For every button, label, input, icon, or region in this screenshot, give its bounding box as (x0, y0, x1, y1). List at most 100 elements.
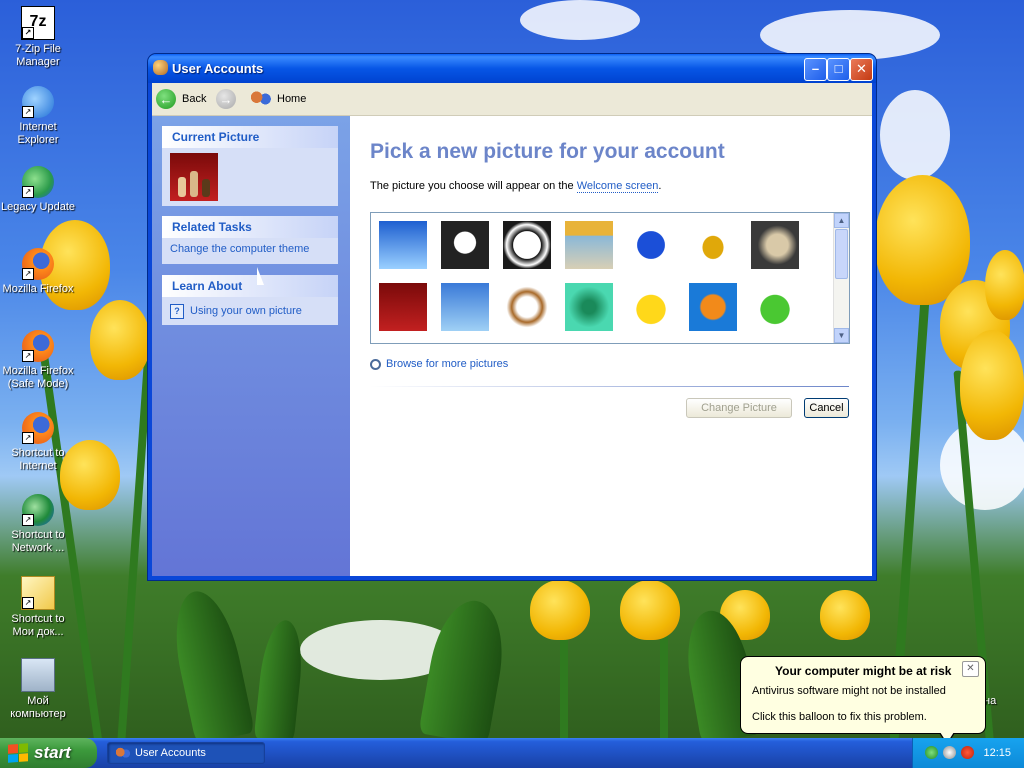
taskbar-button-user-accounts[interactable]: User Accounts (107, 742, 265, 764)
back-arrow-icon: ← (156, 89, 176, 109)
start-button[interactable]: start (0, 738, 97, 768)
desktop-icon-legacy-update[interactable]: ↗ Legacy Update (0, 166, 76, 214)
beach-chairs-picture[interactable] (565, 221, 613, 269)
description-text: The picture you choose will appear on th… (370, 180, 662, 193)
update-tray-icon[interactable] (943, 746, 956, 759)
car-picture[interactable] (689, 221, 737, 269)
rubber-duck-picture[interactable] (627, 283, 675, 331)
taskbar-button-label: User Accounts (135, 747, 206, 759)
desktop-icon-label: Mozilla Firefox (2, 283, 74, 295)
magnifier-icon (370, 358, 381, 370)
change-theme-link[interactable]: Change the computer theme (170, 243, 309, 255)
forward-button[interactable]: → (216, 88, 236, 110)
back-label: Back (182, 93, 207, 105)
tropical-fish-picture[interactable] (689, 283, 737, 331)
dog-picture[interactable] (503, 283, 551, 331)
balloon-title: Your computer might be at risk (775, 664, 952, 678)
desktop-icon-shortcut-documents[interactable]: ↗ Shortcut to Мои док... (0, 576, 76, 639)
current-picture-panel: Current Picture (162, 126, 338, 206)
desktop-icon-my-computer[interactable]: Мой компьютер (0, 658, 76, 721)
minimize-button[interactable]: – (804, 58, 827, 81)
mouse-cursor-icon (257, 267, 264, 285)
related-tasks-header: Related Tasks (162, 216, 338, 238)
network-icon: ↗ (22, 494, 54, 526)
astronaut-picture[interactable] (441, 221, 489, 269)
internet-explorer-icon: ↗ (22, 86, 54, 118)
owl-picture[interactable] (751, 221, 799, 269)
close-button[interactable]: ✕ (850, 58, 873, 81)
security-warning-balloon[interactable]: Your computer might be at risk ✕ Antivir… (740, 656, 986, 745)
window-title: User Accounts (172, 61, 264, 76)
help-icon: ? (170, 303, 184, 319)
desktop-icon-label: Shortcut to Мои док... (11, 613, 65, 638)
balloon-close-button[interactable]: ✕ (962, 661, 979, 677)
network-tray-icon[interactable] (925, 746, 938, 759)
desktop-icon-label: 7-Zip File Manager (15, 43, 61, 68)
current-picture-header: Current Picture (162, 126, 338, 148)
legacy-update-icon: ↗ (22, 166, 54, 198)
cancel-button[interactable]: Cancel (804, 398, 849, 418)
desktop-icon-firefox[interactable]: ↗ Mozilla Firefox (0, 248, 76, 296)
scrollbar-thumb[interactable] (835, 229, 848, 279)
7zip-icon: 7z ↗ (21, 6, 55, 40)
firefox-icon: ↗ (22, 330, 54, 362)
toolbar: ← Back → Home (152, 83, 872, 116)
task-pane: Current Picture Related Tasks Change the… (152, 116, 350, 576)
frog-picture[interactable] (751, 283, 799, 331)
firefox-icon: ↗ (22, 248, 54, 280)
desktop-icon-internet-explorer[interactable]: ↗ Internet Explorer (0, 86, 76, 147)
maximize-button[interactable]: □ (827, 58, 850, 81)
related-tasks-panel: Related Tasks Change the computer theme (162, 216, 338, 264)
my-computer-icon (21, 658, 55, 692)
balloon-line-2: Click this balloon to fix this problem. (752, 711, 927, 723)
learn-about-header: Learn About (162, 275, 338, 297)
scroll-down-arrow-icon[interactable]: ▼ (834, 328, 849, 343)
user-accounts-icon (116, 746, 130, 760)
scroll-up-arrow-icon[interactable]: ▲ (834, 213, 849, 228)
home-label: Home (277, 93, 307, 105)
users-icon (250, 90, 272, 108)
security-shield-tray-icon[interactable] (961, 746, 974, 759)
desktop-icon-firefox-safe[interactable]: ↗ Mozilla Firefox (Safe Mode) (0, 330, 76, 391)
back-button[interactable]: ← Back (156, 88, 206, 110)
welcome-screen-link[interactable]: Welcome screen (576, 180, 659, 193)
user-accounts-icon (153, 60, 168, 75)
using-own-picture-link[interactable]: Using your own picture (190, 305, 302, 317)
taskbar: start User Accounts 12:15 (0, 738, 1024, 768)
my-documents-icon: ↗ (21, 576, 55, 610)
desktop-icon-label: Mozilla Firefox (Safe Mode) (2, 365, 74, 390)
butterfly-picture[interactable] (627, 221, 675, 269)
desktop-icon-label: Shortcut to Internet (11, 447, 65, 472)
chess-picture[interactable] (379, 283, 427, 331)
learn-about-panel: Learn About ? Using your own picture (162, 275, 338, 325)
forward-arrow-icon: → (216, 89, 236, 109)
balloon-line-1: Antivirus software might not be installe… (752, 685, 946, 697)
home-button[interactable]: Home (250, 88, 306, 110)
picture-list[interactable]: ▲ ▼ (370, 212, 850, 344)
desktop-icon-label: Internet Explorer (17, 121, 59, 146)
fish-dark-picture[interactable] (565, 283, 613, 331)
browse-pictures-link[interactable]: Browse for more pictures (370, 358, 508, 370)
dirt-bike-picture[interactable] (441, 283, 489, 331)
system-tray: 12:15 (912, 738, 1024, 768)
picture-list-scrollbar[interactable]: ▲ ▼ (833, 213, 849, 343)
soccer-ball-picture[interactable] (503, 221, 551, 269)
airplane-picture[interactable] (379, 221, 427, 269)
start-label: start (34, 743, 71, 762)
divider (370, 386, 849, 387)
desktop-icon-shortcut-internet[interactable]: ↗ Shortcut to Internet (0, 412, 76, 473)
firefox-icon: ↗ (22, 412, 54, 444)
change-picture-button[interactable]: Change Picture (686, 398, 792, 418)
page-title: Pick a new picture for your account (370, 140, 725, 163)
current-picture-chess-icon (170, 153, 218, 201)
desktop-icon-shortcut-network[interactable]: ↗ Shortcut to Network ... (0, 494, 76, 555)
title-bar[interactable]: User Accounts – □ ✕ (148, 54, 876, 83)
desktop-icon-label: Мой компьютер (10, 695, 66, 720)
desktop-icon-7zip[interactable]: 7z ↗ 7-Zip File Manager (0, 6, 76, 69)
main-content: Pick a new picture for your account The … (350, 116, 872, 576)
desktop-icon-label: Legacy Update (1, 201, 75, 213)
window-client-area: Current Picture Related Tasks Change the… (152, 116, 872, 576)
clock[interactable]: 12:15 (983, 747, 1011, 759)
desktop-icon-label: Shortcut to Network ... (11, 529, 65, 554)
user-accounts-window: User Accounts – □ ✕ ← Back → Home Curren… (148, 54, 876, 580)
